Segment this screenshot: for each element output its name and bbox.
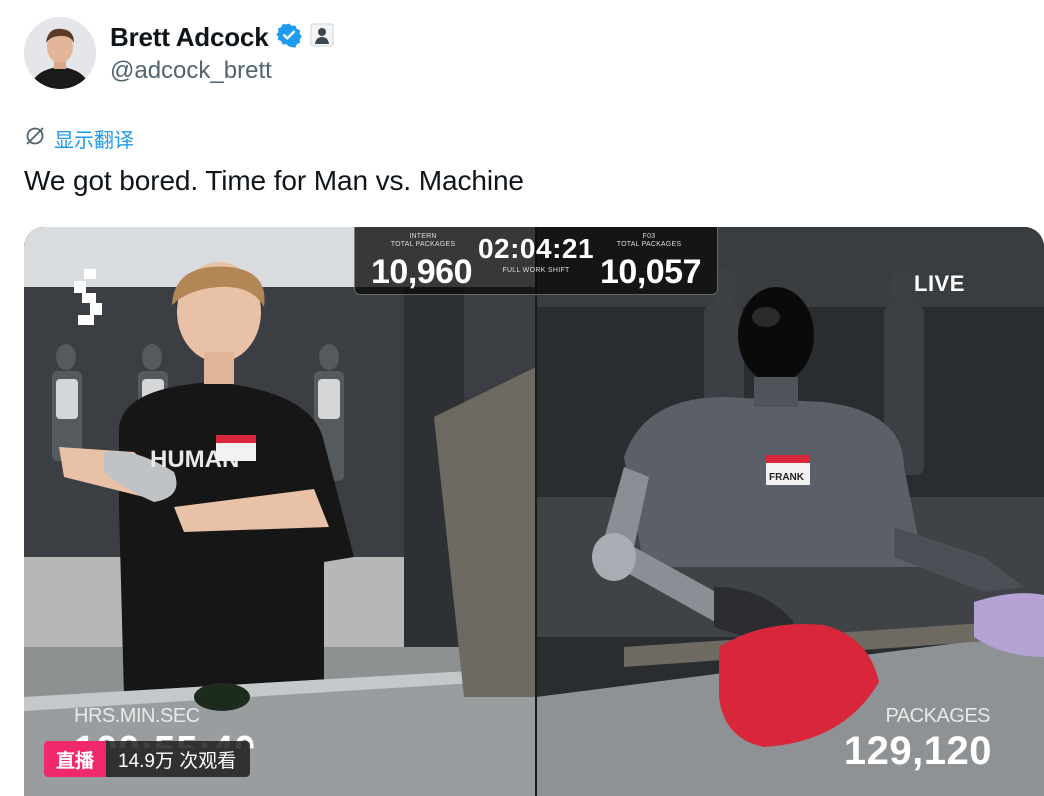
show-translation-label[interactable]: 显示翻译 <box>54 124 134 153</box>
robot-name-tag: FRANK <box>769 472 805 483</box>
author-display-name[interactable]: Brett Adcock <box>110 22 269 53</box>
right-total-label: F03 TOTAL PACKAGES <box>616 233 682 248</box>
packages-label: PACKAGES <box>885 705 990 727</box>
author-handle[interactable]: @adcock_brett <box>110 57 334 85</box>
packages-value: 129,120 <box>843 729 992 773</box>
avatar[interactable] <box>24 17 96 89</box>
brand-logo-icon <box>74 269 102 325</box>
globe-slash-icon <box>24 125 46 153</box>
live-badge-label: 直播 <box>44 741 107 777</box>
right-total-count: 10,057 <box>600 253 702 291</box>
tweet-header: Brett Adcock @adcock_brett <box>24 14 334 92</box>
hrs-min-sec-label: HRS.MIN.SEC <box>74 705 200 727</box>
tweet-text: We got bored. Time for Man vs. Machine <box>24 165 524 196</box>
affiliate-badge-icon[interactable] <box>310 23 334 52</box>
scoreboard: INTERN TOTAL PACKAGES 10,960 02:04:21 FU… <box>354 227 718 295</box>
live-view-badge[interactable]: 直播 14.9万 次观看 <box>44 741 251 777</box>
view-count: 14.9万 次观看 <box>106 741 251 777</box>
show-translation-link[interactable]: 显示翻译 <box>24 124 134 153</box>
video-player[interactable]: HUMAN FRANK INTERN TOTAL PACKAGES 10,960… <box>24 227 1044 796</box>
live-label: LIVE <box>914 271 965 296</box>
verified-badge-icon <box>276 22 303 53</box>
